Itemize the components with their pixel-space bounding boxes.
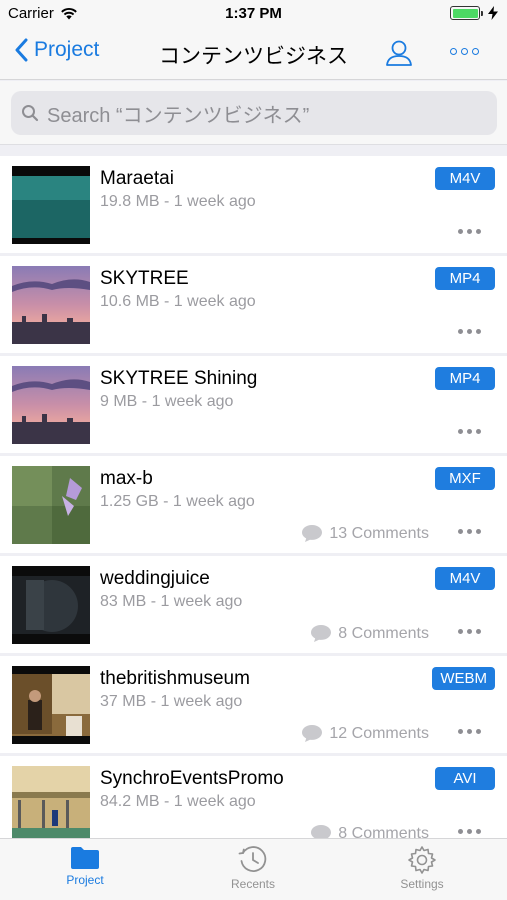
search-bar: Search “コンテンツビジネス”	[0, 81, 507, 145]
comment-count[interactable]: 8 Comments	[310, 624, 429, 643]
file-type-badge: WEBM	[432, 667, 495, 690]
file-title: SynchroEventsPromo	[100, 768, 284, 789]
list-item[interactable]: SynchroEventsPromo 84.2 MB - 1 week ago …	[0, 756, 507, 838]
list-item[interactable]: thebritishmuseum 37 MB - 1 week ago WEBM…	[0, 656, 507, 753]
video-thumbnail	[12, 266, 90, 344]
file-meta: 84.2 MB - 1 week ago	[100, 793, 256, 810]
comment-count-label: 8 Comments	[338, 824, 429, 839]
tab-project[interactable]: Project	[25, 845, 145, 887]
comment-count[interactable]: 8 Comments	[310, 824, 429, 838]
search-icon	[22, 105, 39, 122]
folder-icon	[71, 847, 99, 869]
file-type-badge: MXF	[435, 467, 495, 490]
more-options-icon[interactable]	[458, 729, 481, 734]
tab-label: Settings	[400, 877, 444, 891]
tab-label: Project	[66, 873, 104, 887]
comment-bubble-icon	[302, 525, 323, 542]
back-button[interactable]: Project	[14, 38, 99, 62]
comment-bubble-icon	[311, 625, 332, 642]
tab-label: Recents	[230, 877, 276, 891]
comment-bubble-icon	[311, 825, 332, 838]
search-input[interactable]: Search “コンテンツビジネス”	[11, 91, 497, 135]
more-options-icon[interactable]	[458, 829, 481, 834]
file-type-badge: M4V	[435, 567, 495, 590]
status-right-group	[450, 6, 499, 20]
status-time: 1:37 PM	[225, 5, 282, 22]
chevron-left-icon	[15, 38, 28, 62]
file-type-badge: AVI	[435, 767, 495, 790]
battery-icon	[450, 6, 483, 20]
comment-count-label: 13 Comments	[329, 524, 429, 542]
comment-count-label: 8 Comments	[338, 624, 429, 642]
comment-count[interactable]: 13 Comments	[301, 524, 429, 543]
clock-icon	[238, 846, 267, 872]
file-type-badge: MP4	[435, 367, 495, 390]
video-thumbnail	[12, 766, 90, 838]
status-bar: Carrier 1:37 PM	[0, 0, 507, 28]
list-item[interactable]: SKYTREE Shining 9 MB - 1 week ago MP4	[0, 356, 507, 453]
video-thumbnail	[12, 466, 90, 544]
more-options-icon[interactable]	[458, 329, 481, 334]
comment-count[interactable]: 12 Comments	[301, 724, 429, 743]
list-item[interactable]: weddingjuice 83 MB - 1 week ago M4V 8 Co…	[0, 556, 507, 653]
file-title: max-b	[100, 468, 153, 489]
back-button-label: Project	[34, 38, 100, 61]
file-meta: 83 MB - 1 week ago	[100, 593, 243, 610]
file-meta: 37 MB - 1 week ago	[100, 693, 243, 710]
file-list: Maraetai 19.8 MB - 1 week ago M4V SKYTRE…	[0, 148, 507, 838]
tab-bar: Project Recents Settings	[0, 838, 507, 900]
page-title: コンテンツビジネス	[159, 45, 348, 68]
file-meta: 1.25 GB - 1 week ago	[100, 493, 255, 510]
search-placeholder: Search “コンテンツビジネス”	[47, 104, 310, 127]
tab-recents[interactable]: Recents	[193, 845, 313, 891]
video-thumbnail	[12, 166, 90, 244]
file-title: weddingjuice	[100, 568, 210, 589]
file-title: SKYTREE	[100, 268, 189, 289]
file-meta: 10.6 MB - 1 week ago	[100, 293, 256, 310]
battery-level	[452, 8, 478, 18]
file-meta: 9 MB - 1 week ago	[100, 393, 234, 410]
user-icon[interactable]	[384, 38, 414, 68]
list-item[interactable]: Maraetai 19.8 MB - 1 week ago M4V	[0, 156, 507, 253]
comment-bubble-icon	[302, 725, 323, 742]
list-item[interactable]: SKYTREE 10.6 MB - 1 week ago MP4	[0, 256, 507, 353]
video-thumbnail	[12, 666, 90, 744]
video-thumbnail	[12, 566, 90, 644]
file-meta: 19.8 MB - 1 week ago	[100, 193, 256, 210]
more-options-icon[interactable]	[458, 629, 481, 634]
file-title: SKYTREE Shining	[100, 368, 258, 389]
navigation-bar: Project コンテンツビジネス	[0, 28, 507, 80]
gear-icon	[408, 846, 436, 874]
charging-bolt-icon	[488, 6, 498, 20]
more-icon[interactable]	[450, 48, 479, 55]
file-title: thebritishmuseum	[100, 668, 250, 689]
file-type-badge: MP4	[435, 267, 495, 290]
tab-settings[interactable]: Settings	[362, 845, 482, 891]
file-type-badge: M4V	[435, 167, 495, 190]
comment-count-label: 12 Comments	[329, 724, 429, 742]
video-thumbnail	[12, 366, 90, 444]
more-options-icon[interactable]	[458, 429, 481, 434]
list-item[interactable]: max-b 1.25 GB - 1 week ago MXF 13 Commen…	[0, 456, 507, 553]
more-options-icon[interactable]	[458, 229, 481, 234]
more-options-icon[interactable]	[458, 529, 481, 534]
file-title: Maraetai	[100, 168, 174, 189]
